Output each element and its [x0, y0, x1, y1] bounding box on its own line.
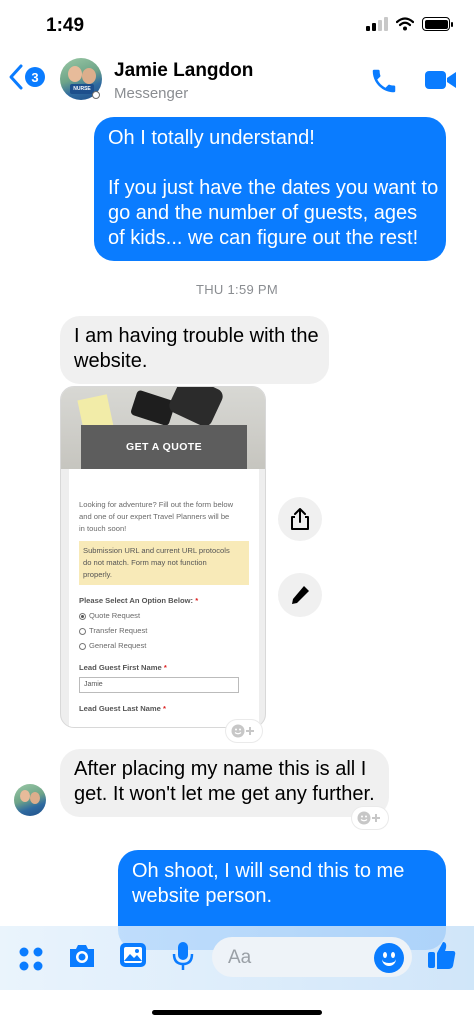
form-option-label: Please Select An Option Below: *: [79, 596, 199, 605]
contact-subtitle: Messenger: [114, 85, 189, 102]
attachment-quote-form: Looking for adventure? Fill out the form…: [69, 469, 259, 727]
sender-avatar[interactable]: [14, 784, 46, 816]
radio-selected-icon: [79, 612, 86, 620]
voice-message-button[interactable]: [170, 940, 196, 977]
status-time: 1:49: [46, 15, 85, 36]
share-button[interactable]: [278, 497, 322, 541]
radio-unselected-icon: [79, 642, 86, 650]
message-line: I am having trouble with the: [74, 325, 319, 347]
battery-icon: [422, 17, 453, 31]
edit-image-button[interactable]: [278, 573, 322, 617]
form-intro-line: and one of our expert Travel Planners wi…: [79, 512, 230, 521]
form-first-name-label: Lead Guest First Name *: [79, 663, 167, 672]
more-actions-button[interactable]: [18, 946, 44, 977]
form-warning-line: properly.: [83, 570, 112, 579]
contact-name[interactable]: Jamie Langdon: [114, 60, 253, 82]
camera-icon: [70, 945, 94, 967]
emoji-button[interactable]: [374, 943, 404, 973]
message-line: After placing my name this is all I: [74, 758, 367, 780]
form-warning-line: Submission URL and current URL protocols: [83, 546, 230, 555]
form-warning-line: do not match. Form may not function: [83, 558, 207, 567]
shared-image-attachment[interactable]: Looking for adventure? Fill out the form…: [60, 386, 266, 728]
cellular-signal-icon: [366, 17, 388, 31]
active-status-dot: [92, 91, 100, 99]
message-line: get. It won't let me get any further.: [74, 783, 375, 805]
form-warning-box: Submission URL and current URL protocols…: [79, 541, 249, 585]
message-bubble-incoming[interactable]: I am having trouble with the website.: [60, 316, 329, 384]
radio-unselected-icon: [79, 627, 86, 635]
add-reaction-icon: [357, 811, 380, 825]
photo-icon: [120, 943, 146, 967]
form-intro-line: in touch soon!: [79, 524, 127, 533]
message-timestamp: THU 1:59 PM: [195, 282, 279, 297]
microphone-icon: [172, 942, 194, 970]
message-line: website.: [74, 350, 148, 372]
form-intro-line: Looking for adventure? Fill out the form…: [79, 500, 234, 509]
avatar-logo: NURSE: [70, 84, 94, 94]
message-line: Oh I totally understand!: [108, 127, 315, 149]
back-button[interactable]: 3: [8, 62, 45, 92]
form-last-name-label: Lead Guest Last Name *: [79, 704, 166, 713]
send-like-button[interactable]: [426, 938, 458, 977]
photo-gallery-button[interactable]: [118, 940, 148, 975]
status-icons: [366, 17, 453, 31]
add-reaction-button[interactable]: [352, 807, 388, 829]
form-radio-option: Quote Request: [79, 610, 249, 622]
phone-icon: [372, 69, 396, 93]
audio-call-button[interactable]: [369, 66, 399, 101]
message-line: go and the number of guests, ages: [108, 202, 418, 224]
back-chevron-icon: [9, 64, 23, 90]
home-indicator: [152, 1010, 322, 1015]
video-camera-icon: [425, 71, 456, 89]
form-radio-option: Transfer Request: [79, 625, 249, 637]
message-bubble-incoming[interactable]: After placing my name this is all I get.…: [60, 749, 389, 817]
wifi-icon: [396, 17, 414, 31]
form-first-name-field: Jamie: [79, 677, 239, 693]
camera-button[interactable]: [66, 940, 98, 977]
message-line: website person.: [132, 885, 273, 907]
get-a-quote-banner: GET A QUOTE: [81, 425, 247, 469]
required-mark: *: [195, 596, 199, 605]
status-bar: 1:49: [0, 0, 474, 52]
unread-count-badge: 3: [25, 67, 45, 87]
message-line: of kids... we can figure out the rest!: [108, 227, 419, 249]
pencil-icon: [292, 586, 309, 604]
add-reaction-icon: [231, 724, 254, 738]
message-line: Oh shoot, I will send this to me: [132, 860, 405, 882]
menu-dots-icon: [19, 947, 43, 971]
thumbs-up-icon: [428, 942, 456, 969]
form-radio-option: General Request: [79, 640, 249, 652]
message-line: If you just have the dates you want to: [108, 177, 439, 199]
video-call-button[interactable]: [424, 68, 458, 97]
conversation-header: 3 NURSE Jamie Langdon Messenger: [0, 52, 474, 110]
share-icon: [291, 508, 309, 530]
message-input-placeholder: Aa: [228, 947, 252, 968]
message-bubble-outgoing[interactable]: Oh I totally understand! If you just hav…: [94, 117, 446, 261]
add-reaction-button[interactable]: [226, 720, 262, 742]
